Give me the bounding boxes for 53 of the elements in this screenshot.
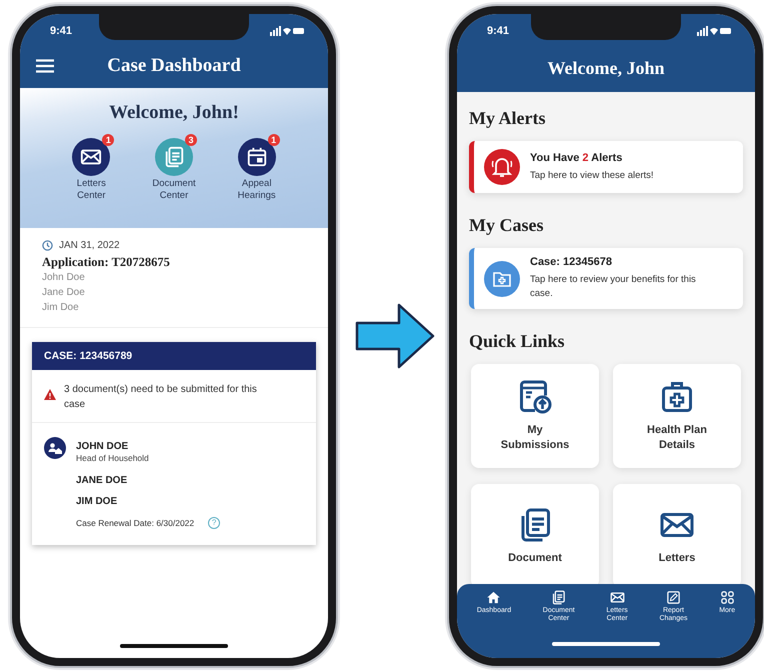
member-role: Head of Household bbox=[76, 453, 150, 463]
medical-kit-icon bbox=[659, 379, 695, 415]
quick-link-tile[interactable]: Health Plan Details bbox=[613, 364, 741, 468]
welcome-heading: Welcome, John! bbox=[108, 102, 240, 124]
case-header: CASE: 123456789 bbox=[32, 342, 316, 370]
quick-link-tile[interactable]: My Submissions bbox=[471, 364, 599, 468]
status-time: 9:41 bbox=[487, 25, 510, 37]
menu-icon[interactable] bbox=[36, 59, 54, 73]
shortcut-label: Letters Center bbox=[76, 178, 106, 202]
calendar-icon bbox=[246, 146, 268, 168]
case-subtitle: Tap here to review your benefits for this case. bbox=[530, 273, 697, 301]
grid-icon bbox=[720, 590, 735, 605]
alert-title: You Have 2 Alerts bbox=[530, 152, 624, 164]
member-name: JOHN DOE bbox=[76, 441, 130, 452]
status-icons bbox=[270, 26, 304, 36]
member-name: JANE DOE bbox=[76, 475, 128, 486]
medical-folder-icon bbox=[484, 260, 520, 296]
case-title: Case: 12345678 bbox=[530, 256, 613, 268]
applicant-name: Jim Doe bbox=[42, 301, 80, 315]
shortcut-label: Appeal Hearings bbox=[238, 178, 276, 202]
status-icons bbox=[697, 26, 731, 36]
quick-link-tile[interactable]: Letters bbox=[613, 484, 741, 584]
notification-badge: 1 bbox=[268, 134, 280, 146]
section-heading: Quick Links bbox=[469, 331, 566, 352]
notification-badge: 3 bbox=[184, 134, 197, 146]
application-date: JAN 31, 2022 bbox=[59, 240, 120, 251]
shortcut-label: Document Center bbox=[152, 178, 196, 202]
case-card[interactable]: Case: 12345678 Tap here to review your benefits for this case. bbox=[469, 248, 743, 309]
bell-icon bbox=[484, 149, 520, 185]
alert-card[interactable]: You Have 2 Alerts Tap here to view these alerts! bbox=[469, 141, 743, 193]
application-title: Application: T20728675 bbox=[42, 255, 171, 270]
edit-icon bbox=[666, 590, 681, 605]
envelope-icon bbox=[610, 590, 625, 605]
warning-icon bbox=[44, 389, 56, 400]
household-icon bbox=[44, 437, 66, 459]
warning-message: 3 document(s) need to be submitted for this case bbox=[64, 383, 258, 412]
renewal-date: Case Renewal Date: 6/30/2022 bbox=[76, 518, 194, 528]
clock-icon bbox=[42, 240, 53, 251]
right-arrow-icon bbox=[355, 303, 435, 369]
alert-subtitle: Tap here to view these alerts! bbox=[530, 168, 654, 182]
section-heading: My Cases bbox=[469, 215, 544, 236]
applicant-name: John Doe bbox=[42, 271, 86, 285]
documents-icon bbox=[551, 590, 566, 605]
notification-badge: 1 bbox=[102, 134, 114, 146]
quick-link-tile[interactable]: Document bbox=[471, 484, 599, 584]
screen-title: Welcome, John bbox=[548, 58, 664, 78]
section-heading: My Alerts bbox=[469, 108, 546, 129]
home-icon bbox=[486, 590, 502, 605]
member-name: JIM DOE bbox=[76, 496, 118, 507]
status-time: 9:41 bbox=[50, 25, 72, 37]
screen-title: Case Dashboard bbox=[106, 55, 242, 77]
applicant-name: Jane Doe bbox=[42, 286, 86, 300]
document-upload-icon bbox=[517, 379, 553, 415]
